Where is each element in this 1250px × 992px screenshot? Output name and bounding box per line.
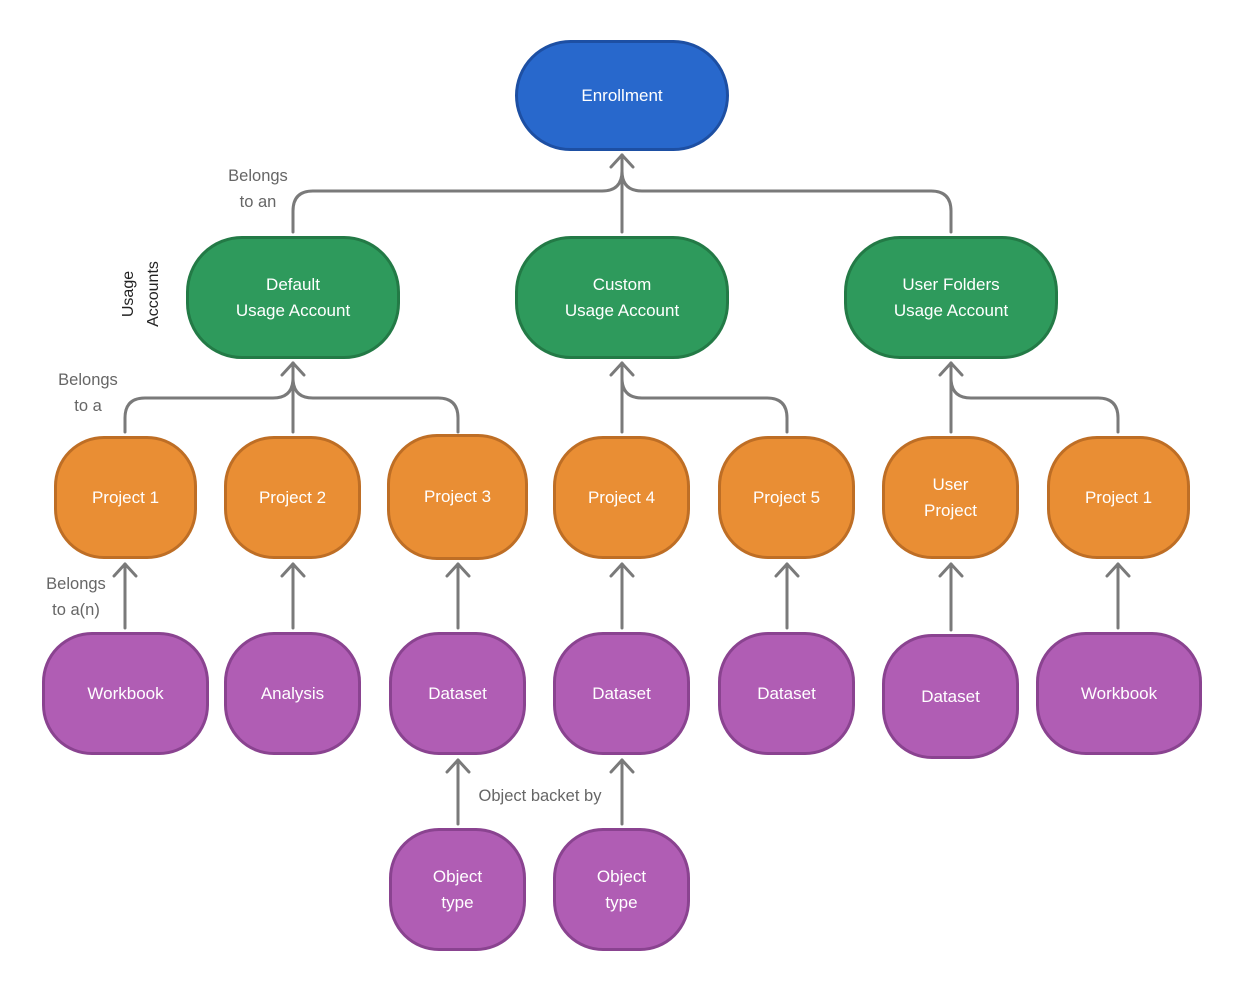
node-dataset-project-3[interactable]: Dataset <box>389 632 526 755</box>
node-user-folders-usage-account[interactable]: User Folders Usage Account <box>844 236 1058 359</box>
node-workbook-user-folders[interactable]: Workbook <box>1036 632 1202 755</box>
edge-label-belongs-to-a-n: Belongs to a(n) <box>46 575 106 619</box>
hierarchy-diagram: Enrollment Default Usage Account Custom … <box>0 0 1250 992</box>
edge-label-object-backet-by: Object backet by <box>478 787 602 805</box>
node-user-project[interactable]: User Project <box>882 436 1019 559</box>
default-ua-connector-2 <box>291 361 460 434</box>
edge-label-belongs-to-a: Belongs to a <box>58 371 118 415</box>
node-user-folders-project-1[interactable]: Project 1 <box>1047 436 1190 559</box>
enrollment-connector-2 <box>620 153 953 234</box>
edge-label-belongs-to-an: Belongs to an <box>228 167 288 211</box>
node-enrollment[interactable]: Enrollment <box>515 40 729 151</box>
node-project-3[interactable]: Project 3 <box>387 434 528 560</box>
node-workbook[interactable]: Workbook <box>42 632 209 755</box>
user-folders-ua-connector-1 <box>949 361 1120 434</box>
side-label-usage-accounts: Usage Accounts <box>120 261 162 327</box>
custom-ua-connector-1 <box>620 361 789 434</box>
node-dataset-project-4[interactable]: Dataset <box>553 632 690 755</box>
default-ua-connector-0 <box>123 361 295 434</box>
node-dataset-user-project[interactable]: Dataset <box>882 634 1019 759</box>
enrollment-connector-0 <box>291 153 624 234</box>
node-custom-usage-account[interactable]: Custom Usage Account <box>515 236 729 359</box>
node-project-5[interactable]: Project 5 <box>718 436 855 559</box>
node-project-1[interactable]: Project 1 <box>54 436 197 559</box>
node-project-2[interactable]: Project 2 <box>224 436 361 559</box>
node-object-type-2[interactable]: Object type <box>553 828 690 951</box>
node-project-4[interactable]: Project 4 <box>553 436 690 559</box>
node-analysis[interactable]: Analysis <box>224 632 361 755</box>
node-dataset-project-5[interactable]: Dataset <box>718 632 855 755</box>
node-default-usage-account[interactable]: Default Usage Account <box>186 236 400 359</box>
node-object-type-1[interactable]: Object type <box>389 828 526 951</box>
